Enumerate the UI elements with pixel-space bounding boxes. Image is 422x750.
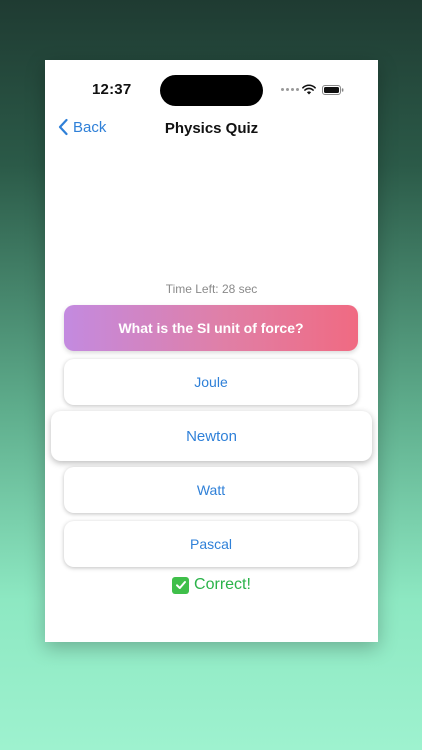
navigation-bar: Back Physics Quiz bbox=[45, 116, 378, 144]
answer-label: Joule bbox=[194, 374, 228, 390]
answer-option-newton[interactable]: Newton bbox=[51, 411, 372, 461]
check-mark-icon bbox=[172, 576, 190, 594]
question-card: What is the SI unit of force? bbox=[64, 305, 358, 351]
battery-icon bbox=[322, 85, 344, 95]
answer-label: Watt bbox=[196, 482, 226, 498]
answer-label: Pascal bbox=[189, 536, 233, 552]
answer-label: Newton bbox=[186, 427, 237, 445]
page-title: Physics Quiz bbox=[164, 120, 259, 137]
phone-screen: 12:37 Back Physics Quiz Time Left: 28 se… bbox=[45, 60, 378, 642]
answer-option-joule[interactable]: Joule bbox=[64, 359, 358, 405]
wifi-icon bbox=[302, 84, 316, 95]
feedback-message: Correct! bbox=[45, 576, 378, 594]
feedback-text: Correct! bbox=[194, 576, 251, 593]
question-text: What is the SI unit of force? bbox=[118, 320, 304, 336]
cellular-signal-icon bbox=[281, 88, 299, 91]
answer-option-watt[interactable]: Watt bbox=[64, 467, 358, 513]
status-bar: 12:37 bbox=[45, 60, 378, 120]
dynamic-island bbox=[160, 75, 263, 106]
status-time: 12:37 bbox=[92, 81, 132, 98]
answer-option-pascal[interactable]: Pascal bbox=[64, 521, 358, 567]
time-left-label: Time Left: 28 sec bbox=[165, 282, 258, 296]
